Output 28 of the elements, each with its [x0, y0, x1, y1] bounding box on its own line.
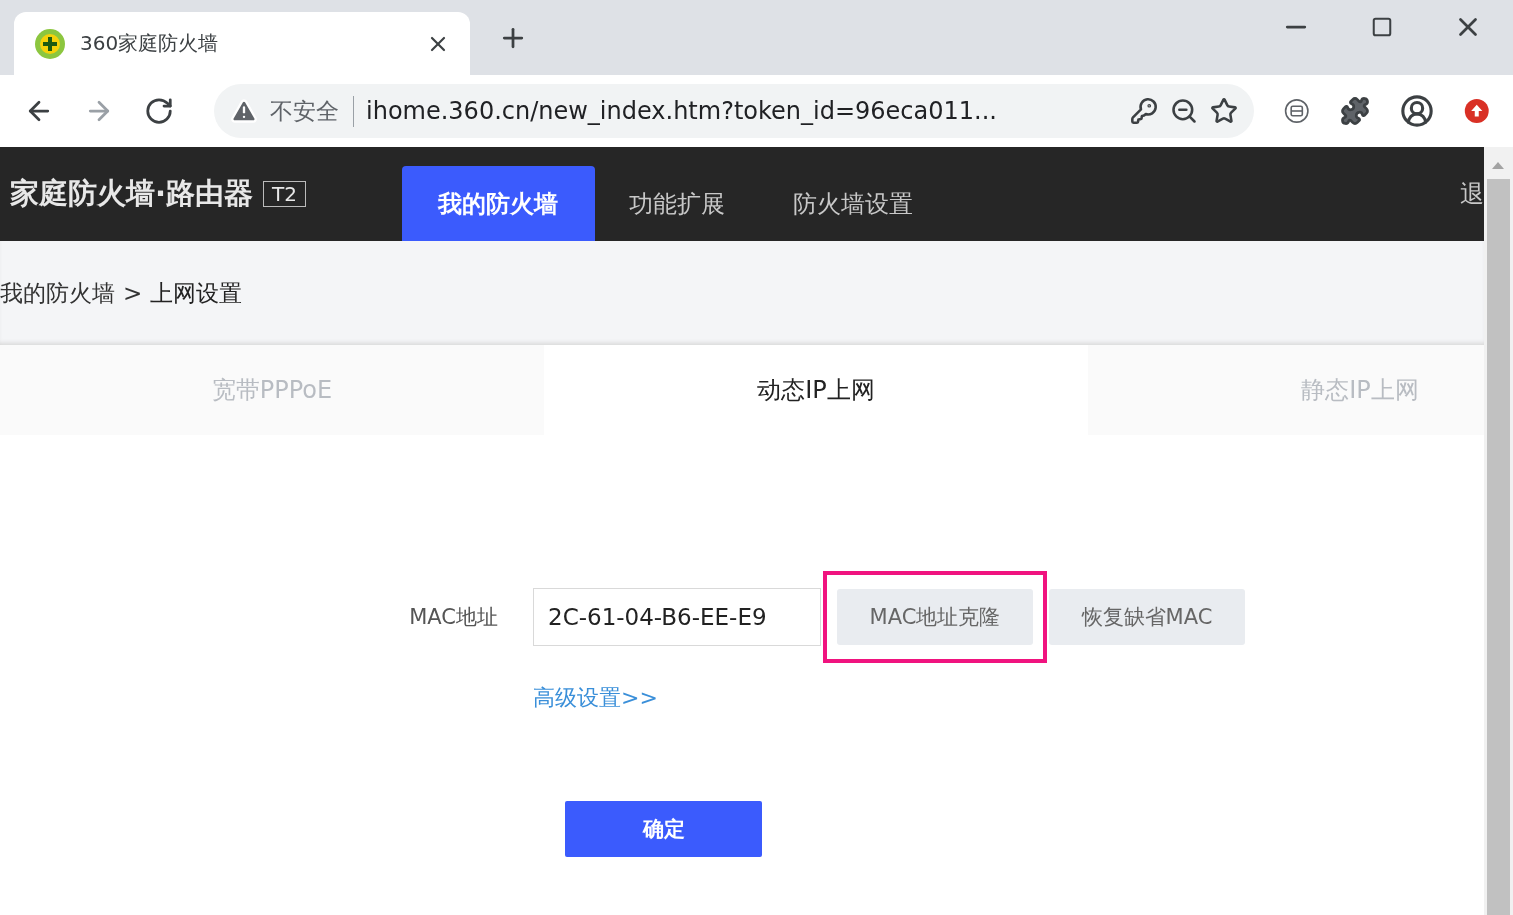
- model-badge: T2: [263, 181, 306, 207]
- mac-label: MAC地址: [408, 604, 498, 631]
- nav-tab[interactable]: 功能扩展: [595, 166, 759, 241]
- restore-mac-button[interactable]: 恢复缺省MAC: [1049, 589, 1245, 645]
- browser-tab[interactable]: 360家庭防火墙: [14, 12, 470, 75]
- zoom-out-icon[interactable]: [1170, 97, 1198, 125]
- scrollbar[interactable]: [1484, 147, 1513, 915]
- confirm-button[interactable]: 确定: [565, 801, 762, 857]
- profile-icon[interactable]: [1399, 94, 1434, 128]
- key-icon[interactable]: [1130, 97, 1158, 125]
- address-bar[interactable]: 不安全 ihome.360.cn/new_index.htm?token_id=96eca011...: [214, 84, 1254, 138]
- nav-tab[interactable]: 防火墙设置: [759, 166, 947, 241]
- mac-input[interactable]: 2C-61-04-B6-EE-E9: [533, 588, 821, 646]
- favicon-plus-icon: [34, 27, 66, 60]
- security-label: 不安全: [270, 95, 354, 127]
- nav-tab[interactable]: 我的防火墙: [402, 166, 595, 241]
- breadcrumb-separator: >: [123, 280, 143, 306]
- star-icon[interactable]: [1210, 97, 1238, 125]
- reload-icon[interactable]: [144, 96, 174, 126]
- breadcrumb-current: 上网设置: [150, 278, 243, 308]
- url-text: ihome.360.cn/new_index.htm?token_id=96eca011...: [366, 97, 998, 125]
- puzzle-icon[interactable]: [1339, 96, 1370, 126]
- tab-title: 360家庭防火墙: [80, 30, 220, 57]
- mac-clone-button[interactable]: MAC地址克隆: [837, 589, 1033, 645]
- logout-link[interactable]: 退: [1460, 178, 1484, 210]
- breadcrumb-link[interactable]: 我的防火墙: [0, 277, 115, 309]
- warning-icon: [230, 97, 258, 125]
- brand-title: 家庭防火墙·路由器: [10, 175, 254, 212]
